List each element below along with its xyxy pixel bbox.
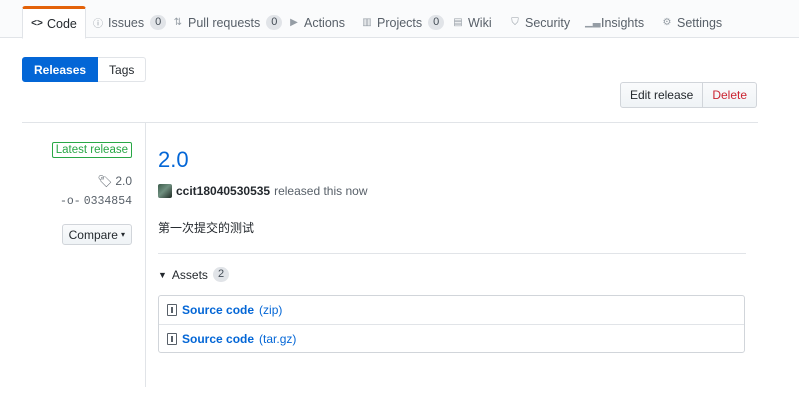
tab-code[interactable]: <> Code [22, 6, 86, 39]
tab-projects[interactable]: ▥ Projects 0 [361, 6, 445, 39]
repo-tab-bar: <> Code ⓘ Issues 0 ⇅ Pull requests 0 ▶ A… [0, 0, 799, 39]
play-icon: ▶ [290, 17, 298, 28]
projects-count: 0 [428, 15, 445, 30]
graph-icon: ▁▃ [585, 17, 601, 28]
asset-source-targz[interactable]: Source code (tar.gz) [159, 324, 744, 352]
triangle-down-icon: ▼ [158, 269, 167, 280]
asset-name: Source code [182, 303, 255, 317]
asset-name: Source code [182, 331, 255, 346]
release-byline: ccit18040530535 released this now [158, 183, 367, 199]
divider [158, 253, 746, 254]
book-icon: ▤ [453, 17, 463, 28]
release-meta: Latest release 🏷︎ 2.0 -o- 0334854 Compar… [22, 122, 146, 387]
asset-source-zip[interactable]: Source code (zip) [159, 296, 744, 324]
assets-count: 2 [212, 267, 230, 282]
commit-icon: -o- [59, 195, 81, 208]
compare-button[interactable]: Compare ▾ [61, 224, 132, 245]
file-zip-icon [167, 332, 177, 345]
tag-icon: 🏷︎ [97, 174, 113, 188]
asset-ext: (tar.gz) [259, 331, 297, 346]
tab-insights[interactable]: ▁▃ Insights [585, 6, 644, 39]
tags-tab[interactable]: Tags [98, 57, 147, 82]
tab-security[interactable]: ⛉ Security [509, 6, 570, 39]
assets-list: Source code (zip) Source code (tar.gz) [158, 295, 745, 353]
delete-release-button[interactable]: Delete [703, 82, 757, 108]
tag-label: 2.0 [115, 174, 132, 188]
releases-subnav: Releases Tags [22, 57, 147, 82]
assets-toggle[interactable]: ▼ Assets 2 [158, 267, 230, 282]
assets-label: Assets [171, 267, 208, 282]
pull-requests-count: 0 [266, 15, 283, 30]
latest-release-badge: Latest release [51, 142, 132, 158]
shield-icon: ⛉ [511, 17, 519, 28]
tab-settings[interactable]: ⚙ Settings [661, 6, 723, 39]
author-link[interactable]: ccit18040530535 [176, 184, 270, 198]
release-title[interactable]: 2.0 [158, 147, 189, 173]
release-commit[interactable]: -o- 0334854 [60, 195, 132, 208]
code-icon: <> [31, 18, 43, 29]
issue-icon: ⓘ [93, 19, 103, 30]
avatar[interactable] [158, 184, 172, 198]
tab-pull-requests[interactable]: ⇅ Pull requests 0 [172, 6, 283, 39]
project-icon: ▥ [362, 17, 372, 28]
releases-tab[interactable]: Releases [22, 57, 99, 82]
tab-actions[interactable]: ▶ Actions [288, 6, 345, 39]
caret-down-icon: ▾ [120, 230, 125, 239]
compare-label: Compare [68, 227, 118, 242]
edit-release-button[interactable]: Edit release [619, 82, 704, 108]
release-body: 2.0 ccit18040530535 released this now 第一… [146, 122, 758, 387]
issues-count: 0 [150, 15, 167, 30]
tab-wiki[interactable]: ▤ Wiki [452, 6, 491, 39]
released-text: released this now [274, 184, 368, 198]
file-zip-icon [167, 304, 177, 316]
asset-ext: (zip) [259, 303, 283, 317]
release-tag[interactable]: 🏷︎ 2.0 [97, 174, 132, 188]
pull-request-icon: ⇅ [173, 17, 183, 28]
commit-sha: 0334854 [83, 195, 132, 208]
tab-issues[interactable]: ⓘ Issues 0 [92, 6, 167, 39]
release-actions: Edit release Delete [619, 82, 757, 108]
release-description: 第一次提交的测试 [158, 221, 255, 235]
gear-icon: ⚙ [662, 17, 672, 28]
